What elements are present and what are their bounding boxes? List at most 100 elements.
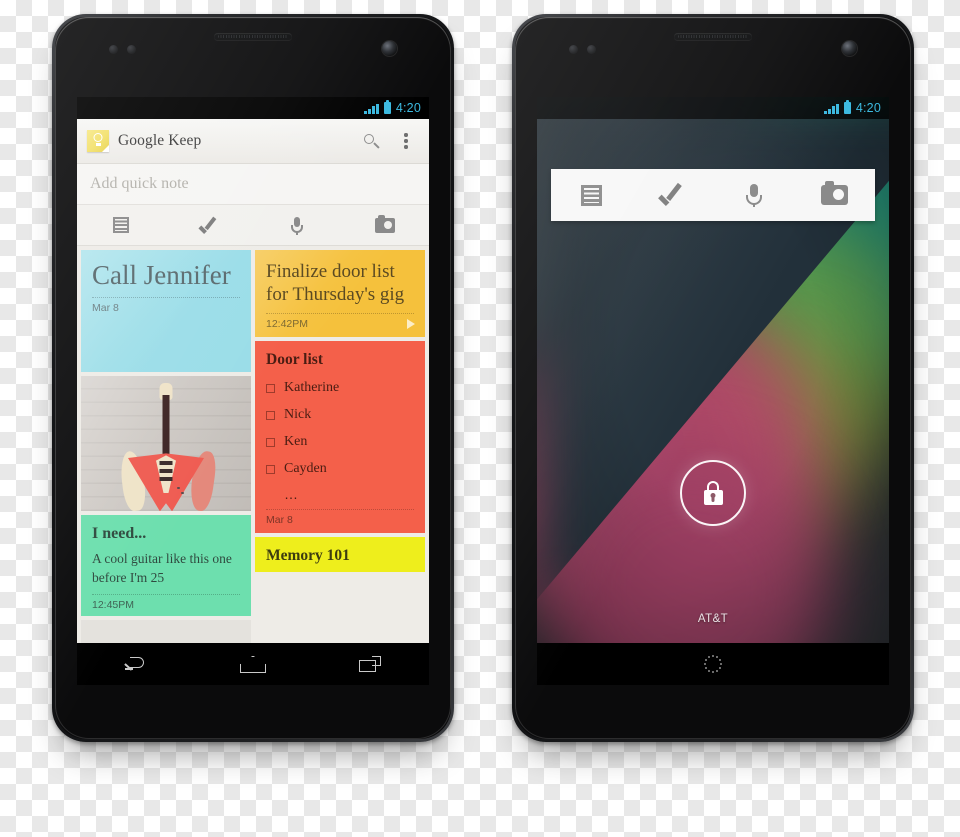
checklist-item[interactable]: Ken [266, 434, 414, 450]
padlock-icon [703, 481, 723, 505]
note-timestamp: 12:45PM [92, 598, 135, 611]
camera-icon [375, 214, 395, 233]
checklist-item[interactable]: Katherine [266, 380, 414, 396]
note-card[interactable]: Call Jennifer Mar 8 [81, 250, 251, 372]
note-card-partial[interactable] [81, 620, 251, 643]
note-card[interactable]: Door list Katherine Nick Ken Cayden … Ma… [255, 341, 425, 534]
check-icon [200, 219, 219, 232]
battery-icon [843, 100, 851, 114]
front-camera-icon [842, 41, 857, 56]
note-card[interactable]: Finalize door list for Thursday's gig 12… [255, 250, 425, 338]
note-divider [92, 297, 240, 299]
status-bar: 4:20 [77, 97, 429, 119]
home-icon [239, 656, 266, 673]
search-icon [363, 133, 379, 149]
checklist-item[interactable]: Nick [266, 407, 414, 423]
note-body: A cool guitar like this one before I'm 2… [92, 551, 232, 585]
share-arrow-icon[interactable] [407, 319, 415, 330]
recents-icon [359, 656, 382, 672]
camera-icon [821, 181, 848, 205]
earpiece-speaker-icon [674, 33, 752, 40]
left-phone-screen: 4:20 Google Keep Add quick note Call Jen… [77, 97, 429, 643]
front-camera-icon [382, 41, 397, 56]
phone-left-body: 4:20 Google Keep Add quick note Call Jen… [55, 17, 451, 739]
checklist-more-indicator: … [284, 486, 299, 503]
checklist-item-label: Katherine [284, 380, 340, 396]
signal-bars-icon [823, 103, 839, 114]
microphone-icon [745, 183, 763, 207]
light-sensor-icon [127, 45, 136, 54]
carrier-label: AT&T [697, 613, 729, 625]
keep-lockscreen-widget [551, 169, 875, 221]
list-icon [113, 217, 129, 233]
note-card[interactable]: I need... A cool guitar like this one be… [81, 515, 251, 617]
guitar-bridge [159, 477, 173, 482]
note-card[interactable] [81, 376, 251, 512]
back-button[interactable] [77, 643, 194, 685]
notes-grid: Call Jennifer Mar 8 I need... A cool gui… [77, 246, 429, 643]
note-title: Finalize door list for Thursday's gig [266, 261, 405, 306]
phone-left-keep-app: 4:20 Google Keep Add quick note Call Jen… [52, 14, 454, 742]
note-divider [92, 593, 240, 595]
navigation-bar [537, 643, 889, 685]
new-list-button[interactable] [551, 184, 632, 206]
light-sensor-icon [587, 45, 596, 54]
guitar-pickup [159, 461, 173, 466]
note-title: Call Jennifer [92, 260, 231, 290]
new-voice-note-button[interactable] [253, 205, 341, 245]
phone-right-lockscreen: 4:20 AT&T [512, 14, 914, 742]
status-bar-clock: 4:20 [855, 101, 881, 115]
home-dots-icon[interactable] [703, 654, 724, 675]
new-voice-note-button[interactable] [713, 183, 794, 207]
note-card[interactable]: Memory 101 [255, 537, 425, 573]
app-bar: Google Keep [77, 119, 429, 164]
checkbox-icon[interactable] [266, 464, 275, 474]
new-checklist-button[interactable] [632, 186, 713, 204]
guitar-pickup [159, 469, 173, 474]
unlock-ring-button[interactable] [680, 460, 746, 526]
note-title: Memory 101 [266, 547, 350, 565]
proximity-sensor-icon [109, 45, 118, 54]
checkbox-icon[interactable] [266, 410, 275, 420]
checklist-item-label: Nick [284, 407, 312, 423]
app-title: Google Keep [118, 132, 202, 149]
new-checklist-button[interactable] [165, 205, 253, 245]
checkbox-icon[interactable] [266, 383, 275, 393]
padlock-keyhole [710, 493, 716, 502]
microphone-icon [290, 216, 304, 235]
new-list-button[interactable] [77, 205, 165, 245]
checkbox-icon[interactable] [266, 437, 275, 447]
guitar-knob [177, 486, 180, 490]
list-icon [581, 184, 602, 206]
lightbulb-glyph [93, 133, 103, 142]
note-timestamp: 12:42PM [266, 318, 309, 331]
status-bar-clock: 4:20 [395, 101, 421, 115]
notes-column-left: Call Jennifer Mar 8 I need... A cool gui… [81, 250, 251, 643]
notes-column-right: Finalize door list for Thursday's gig 12… [255, 250, 425, 643]
note-divider [266, 313, 414, 315]
note-title: Door list [266, 351, 323, 369]
battery-icon [383, 100, 391, 114]
phone-right-body: 4:20 AT&T [515, 17, 911, 739]
padlock-body [703, 490, 723, 505]
navigation-bar [77, 643, 429, 685]
guitar-knob [181, 491, 184, 495]
google-keep-logo-icon [87, 130, 109, 152]
overflow-menu-icon [404, 133, 408, 149]
home-button[interactable] [194, 643, 311, 685]
search-button[interactable] [358, 128, 384, 154]
new-photo-note-button[interactable] [794, 181, 875, 205]
quick-note-placeholder: Add quick note [90, 175, 189, 192]
quick-note-input[interactable]: Add quick note [77, 164, 429, 205]
overflow-menu-button[interactable] [393, 128, 419, 154]
right-phone-screen: 4:20 AT&T [537, 97, 889, 643]
quick-action-bar [77, 205, 429, 246]
new-photo-note-button[interactable] [341, 205, 429, 245]
checklist-item[interactable]: Cayden [266, 461, 414, 477]
status-bar: 4:20 [537, 97, 889, 119]
note-title: I need... [92, 525, 147, 543]
recents-button[interactable] [312, 643, 429, 685]
proximity-sensor-icon [569, 45, 578, 54]
note-timestamp: Mar 8 [266, 514, 293, 527]
earpiece-speaker-icon [214, 33, 292, 40]
